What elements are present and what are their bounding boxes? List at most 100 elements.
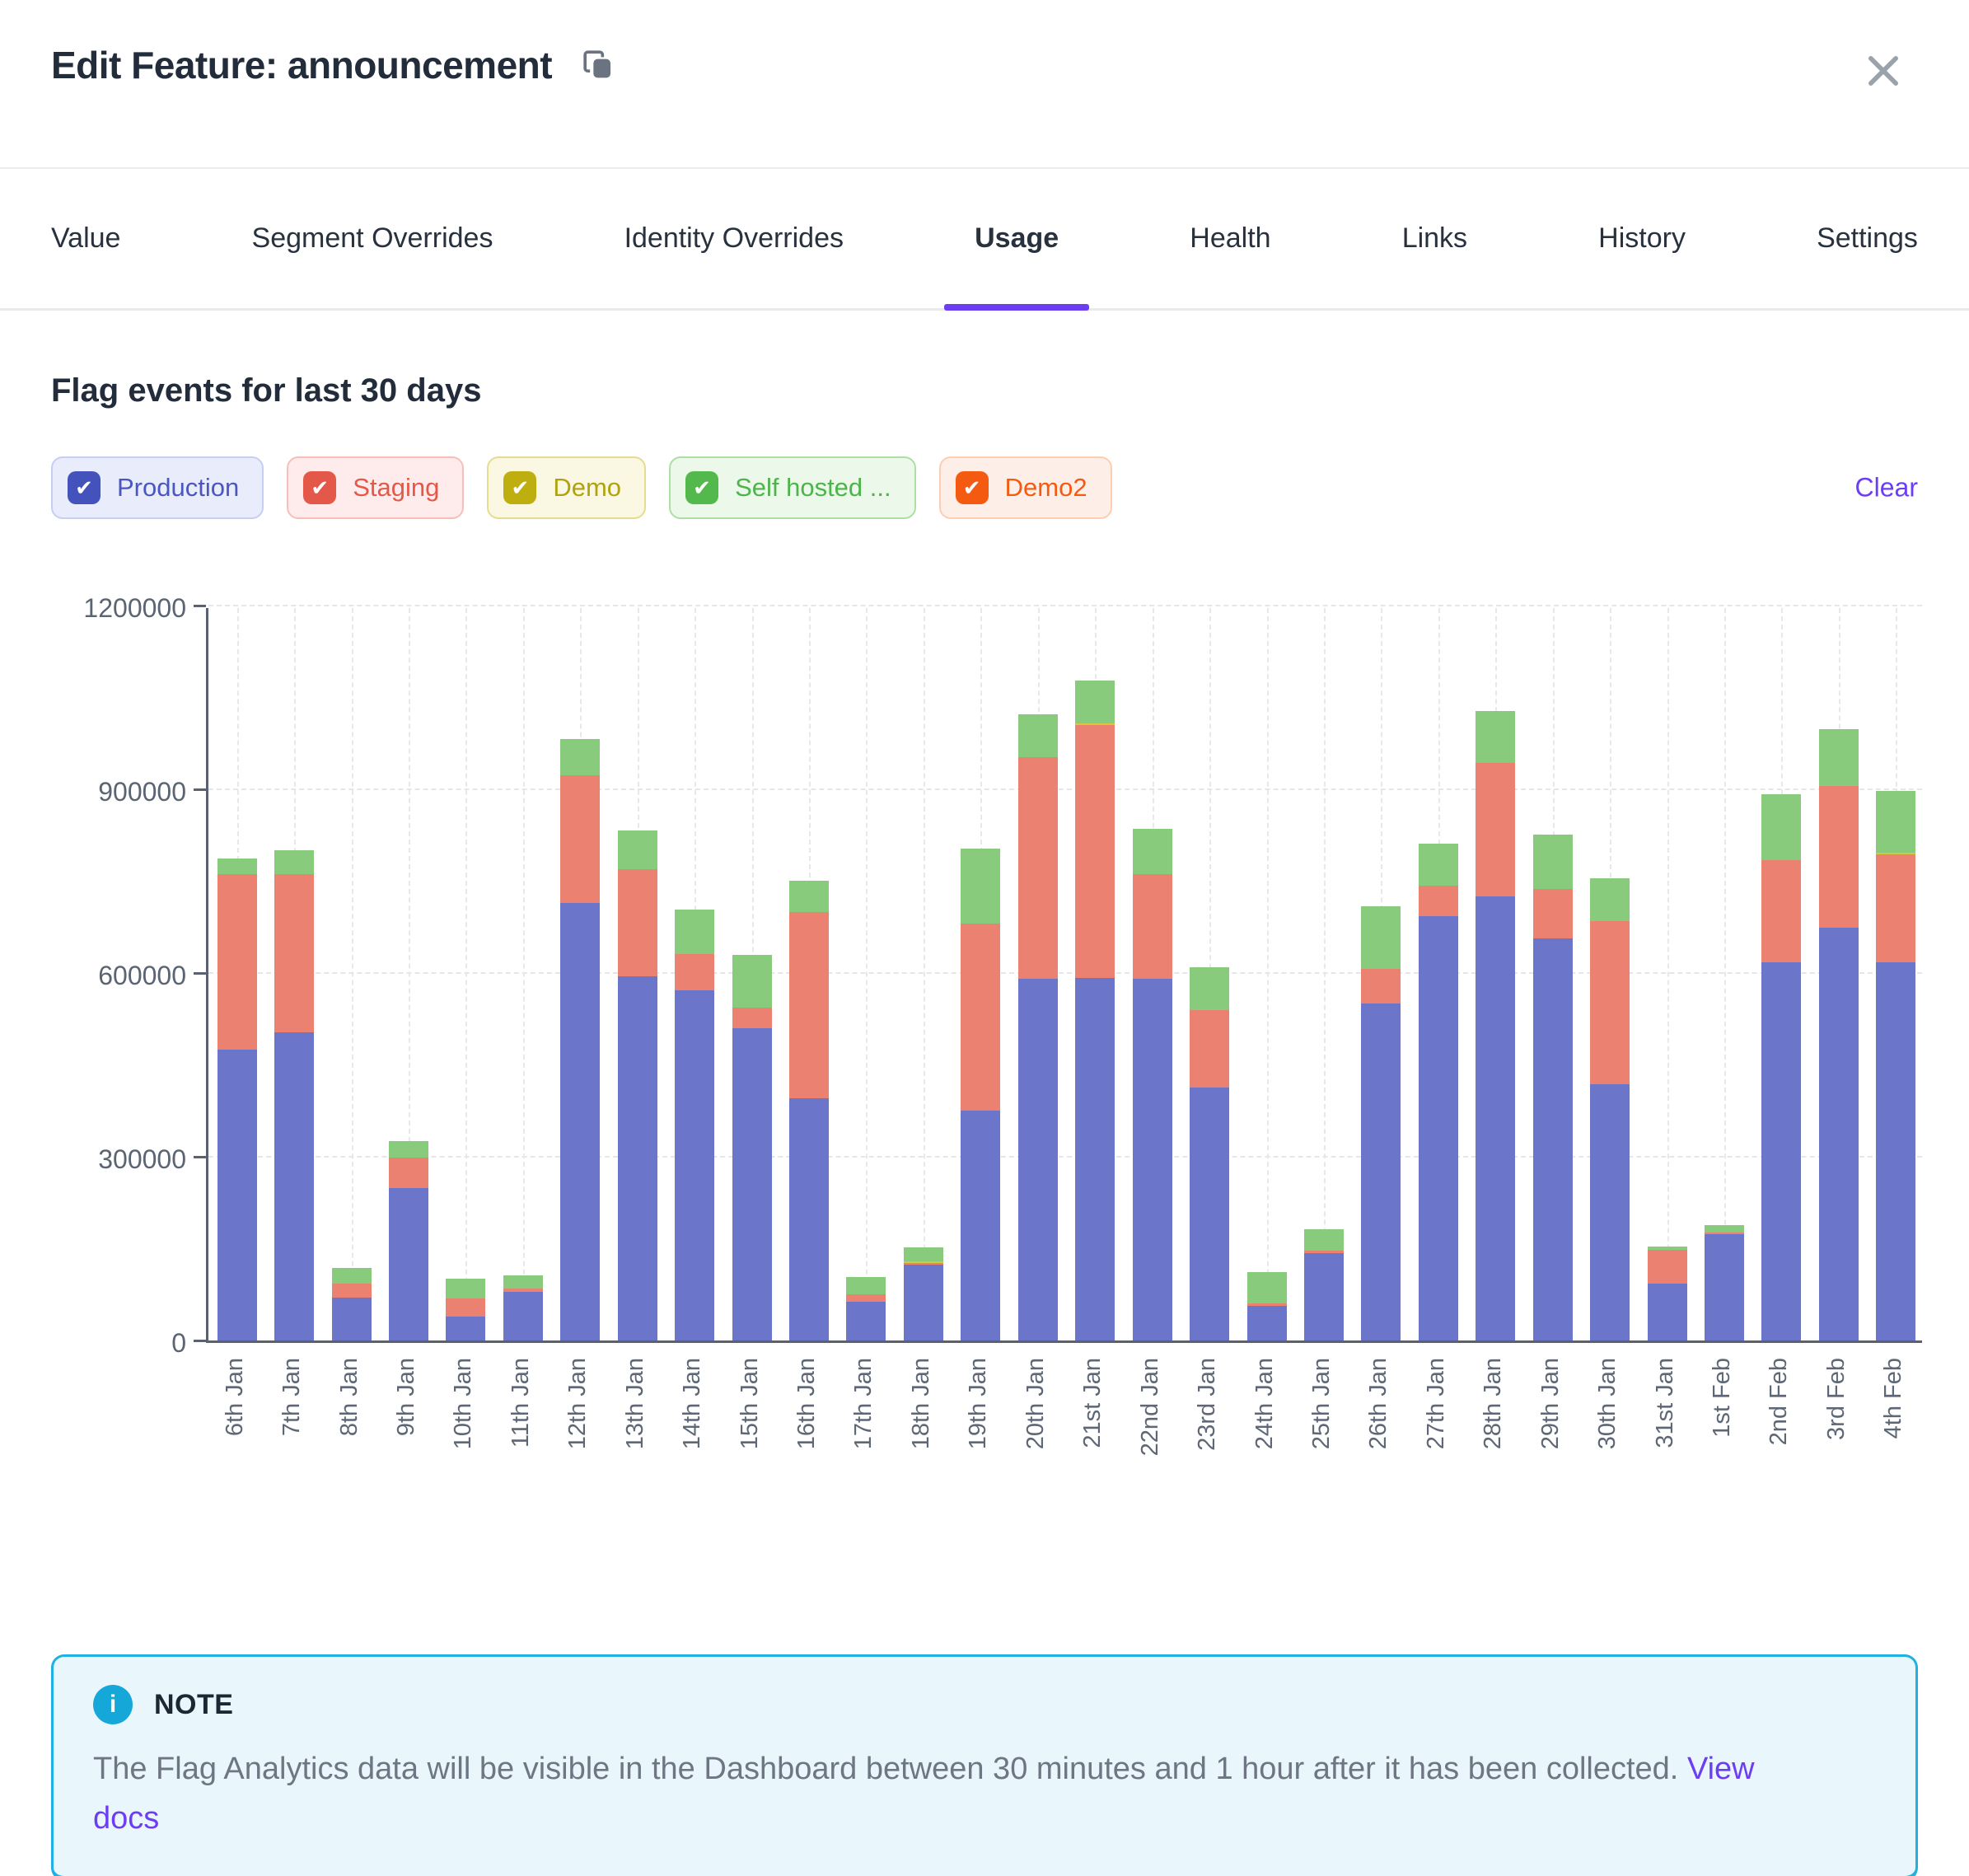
bar-segment-self-hosted xyxy=(1247,1272,1287,1303)
x-tick-label: 28th Jan xyxy=(1480,1358,1507,1449)
tab-value[interactable]: Value xyxy=(51,169,120,308)
bar-group-31st-jan xyxy=(1639,608,1695,1340)
bar-segment-self-hosted xyxy=(1819,729,1859,785)
stacked-bar xyxy=(389,1141,428,1340)
copy-icon[interactable] xyxy=(582,49,615,82)
clear-filters-link[interactable]: Clear xyxy=(1855,473,1918,503)
bar-segment-staging xyxy=(732,1008,772,1028)
gridline-v xyxy=(866,608,868,1340)
bar-group-12th-jan xyxy=(552,608,609,1340)
bar-group-30th-jan xyxy=(1581,608,1638,1340)
bar-segment-self-hosted xyxy=(1761,794,1801,860)
stacked-bar xyxy=(1361,906,1401,1340)
bar-segment-production xyxy=(1819,928,1859,1340)
checkbox-checked-icon: ✔ xyxy=(68,471,101,504)
stacked-bar xyxy=(1590,878,1630,1340)
bar-segment-self-hosted xyxy=(904,1247,943,1261)
bar-segment-self-hosted xyxy=(732,955,772,1007)
bar-group-24th-jan xyxy=(1238,608,1295,1340)
stacked-bar xyxy=(1419,844,1458,1340)
bar-segment-production xyxy=(1304,1253,1344,1340)
tab-usage[interactable]: Usage xyxy=(975,169,1059,308)
bar-group-15th-jan xyxy=(723,608,780,1340)
legend-toggle-demo[interactable]: ✔Demo xyxy=(487,456,646,519)
bar-segment-self-hosted xyxy=(846,1277,886,1294)
legend-toggle-self-hosted[interactable]: ✔Self hosted ... xyxy=(669,456,916,519)
tabs: Value Segment Overrides Identity Overrides… xyxy=(0,169,1969,311)
tab-settings[interactable]: Settings xyxy=(1817,169,1918,308)
bar-segment-staging xyxy=(1533,889,1573,938)
bar-group-2nd-feb xyxy=(1753,608,1810,1340)
bar-segment-staging xyxy=(1190,1010,1229,1088)
bar-segment-self-hosted xyxy=(1190,967,1229,1009)
stacked-bar xyxy=(1247,1272,1287,1340)
x-tick-label: 9th Jan xyxy=(393,1358,420,1436)
stacked-bar xyxy=(1876,791,1915,1340)
x-tick-label: 7th Jan xyxy=(278,1358,306,1436)
bar-segment-self-hosted xyxy=(332,1268,372,1284)
bar-segment-self-hosted xyxy=(274,850,314,874)
bar-segment-production xyxy=(1190,1088,1229,1340)
bar-segment-production xyxy=(1590,1084,1630,1340)
x-tick-label: 27th Jan xyxy=(1423,1358,1450,1449)
bar-segment-production xyxy=(446,1317,485,1340)
legend-toggle-demo2[interactable]: ✔Demo2 xyxy=(939,456,1112,519)
stacked-bar xyxy=(1018,714,1058,1340)
legend-label: Production xyxy=(117,473,239,503)
x-tick-label: 10th Jan xyxy=(450,1358,477,1449)
stacked-bar xyxy=(1075,681,1115,1340)
bar-segment-self-hosted xyxy=(1476,711,1515,763)
legend-toggle-staging[interactable]: ✔Staging xyxy=(287,456,464,519)
bar-group-27th-jan xyxy=(1410,608,1466,1340)
bar-group-4th-feb xyxy=(1868,608,1925,1340)
bar-segment-production xyxy=(1018,979,1058,1340)
edit-feature-modal: Edit Feature: announcement ValueSegment … xyxy=(0,0,1969,1876)
bar-segment-self-hosted xyxy=(1419,844,1458,886)
bar-group-7th-jan xyxy=(265,608,322,1340)
stacked-bar xyxy=(1533,835,1573,1340)
gridline-v xyxy=(1667,608,1669,1340)
tab-health[interactable]: Health xyxy=(1190,169,1270,308)
bar-segment-staging xyxy=(1133,874,1172,979)
bar-segment-production xyxy=(1648,1284,1687,1340)
y-tick xyxy=(194,972,206,975)
bar-segment-staging xyxy=(1476,763,1515,896)
bar-group-29th-jan xyxy=(1524,608,1581,1340)
bar-segment-staging xyxy=(560,775,600,903)
bar-segment-self-hosted xyxy=(389,1141,428,1157)
bar-group-18th-jan xyxy=(895,608,952,1340)
bar-segment-staging xyxy=(618,869,657,976)
x-tick-label: 2nd Feb xyxy=(1766,1358,1793,1445)
bar-segment-production xyxy=(560,903,600,1340)
x-tick-label: 20th Jan xyxy=(1022,1358,1050,1449)
stacked-bar xyxy=(846,1277,886,1340)
bar-segment-production xyxy=(503,1292,543,1340)
bar-group-25th-jan xyxy=(1295,608,1352,1340)
y-tick-label: 1200000 xyxy=(25,593,186,624)
bar-segment-staging xyxy=(446,1298,485,1317)
bar-segment-production xyxy=(1133,979,1172,1340)
tab-links[interactable]: Links xyxy=(1402,169,1467,308)
stacked-bar xyxy=(1476,711,1515,1340)
bar-segment-self-hosted xyxy=(675,910,714,954)
bar-segment-production xyxy=(1361,1003,1401,1340)
environment-legend: ✔ Production ✔Staging ✔Demo ✔Self hosted ...… xyxy=(51,455,1918,521)
bar-segment-self-hosted xyxy=(1304,1229,1344,1251)
x-tick-label: 15th Jan xyxy=(737,1358,764,1449)
tab-segment-overrides[interactable]: Segment Overrides xyxy=(252,169,493,308)
bar-segment-production xyxy=(675,990,714,1340)
bar-segment-production xyxy=(1533,938,1573,1340)
tab-history[interactable]: History xyxy=(1598,169,1686,308)
y-tick-label: 0 xyxy=(25,1328,186,1359)
legend-toggle-production[interactable]: ✔ Production xyxy=(51,456,264,519)
y-tick-label: 600000 xyxy=(25,961,186,991)
bar-segment-self-hosted xyxy=(789,881,829,912)
close-icon[interactable] xyxy=(1862,49,1905,92)
stacked-bar xyxy=(789,881,829,1340)
bar-segment-staging xyxy=(1648,1250,1687,1284)
tab-identity-overrides[interactable]: Identity Overrides xyxy=(624,169,844,308)
bar-segment-staging xyxy=(961,924,1000,1111)
stacked-bar xyxy=(503,1275,543,1340)
note-callout: i NOTE The Flag Analytics data will be v… xyxy=(51,1654,1918,1876)
bar-segment-staging xyxy=(675,954,714,990)
